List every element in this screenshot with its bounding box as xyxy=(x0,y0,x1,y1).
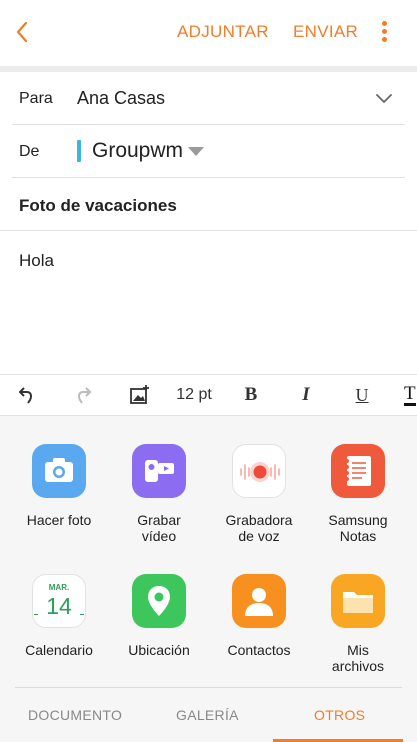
voice-recorder-option[interactable]: Grabadora de voz xyxy=(209,444,309,544)
attachment-tabs: DOCUMENTO GALERÍA OTROS xyxy=(0,687,417,742)
option-label: Grabar vídeo xyxy=(137,512,181,544)
option-label: Ubicación xyxy=(128,642,190,658)
message-body[interactable]: Hola xyxy=(19,251,54,271)
back-arrow-icon xyxy=(16,21,28,43)
send-button[interactable]: ENVIAR xyxy=(293,22,358,42)
voice-recorder-icon xyxy=(232,444,286,498)
text-color-button[interactable]: T xyxy=(404,383,417,407)
underline-button[interactable]: U xyxy=(349,383,375,407)
redo-icon[interactable] xyxy=(70,383,96,407)
dropdown-caret-icon[interactable] xyxy=(188,147,204,156)
to-row[interactable]: Para Ana Casas xyxy=(0,72,417,125)
notes-icon xyxy=(331,444,385,498)
more-options-icon[interactable] xyxy=(372,18,396,48)
record-video-option[interactable]: Grabar vídeo xyxy=(109,444,209,544)
subject-row[interactable]: Foto de vacaciones xyxy=(0,178,417,231)
app-bar: ADJUNTAR ENVIAR xyxy=(0,0,417,66)
calendar-icon: MAR. 14 xyxy=(32,574,86,628)
location-option[interactable]: Ubicación xyxy=(109,574,209,658)
folder-icon xyxy=(331,574,385,628)
to-label: Para xyxy=(19,90,53,107)
option-label: Samsung Notas xyxy=(328,512,388,544)
font-size-selector[interactable]: 12 pt xyxy=(170,383,218,407)
video-recorder-icon xyxy=(132,444,186,498)
italic-button[interactable]: I xyxy=(293,383,319,407)
undo-icon[interactable] xyxy=(14,383,40,407)
option-label: Hacer foto xyxy=(26,512,92,528)
from-account[interactable]: Groupwm xyxy=(92,139,183,163)
calendar-option[interactable]: MAR. 14 Calendario xyxy=(9,574,109,658)
contacts-icon xyxy=(232,574,286,628)
subject-field[interactable]: Foto de vacaciones xyxy=(19,196,177,216)
format-toolbar: 12 pt B I U T xyxy=(0,374,417,416)
option-label: Contactos xyxy=(227,642,291,658)
location-icon xyxy=(132,574,186,628)
option-label: Grabadora de voz xyxy=(225,512,293,544)
tab-document[interactable]: DOCUMENTO xyxy=(28,707,122,723)
option-label: Mis archivos xyxy=(331,642,385,674)
account-color-marker xyxy=(77,140,81,162)
attach-button[interactable]: ADJUNTAR xyxy=(177,22,269,42)
option-label: Calendario xyxy=(25,642,93,658)
take-photo-option[interactable]: Hacer foto xyxy=(9,444,109,528)
to-recipient[interactable]: Ana Casas xyxy=(77,88,165,109)
contacts-option[interactable]: Contactos xyxy=(209,574,309,658)
calendar-day: 14 xyxy=(46,593,72,619)
text-color-label: T xyxy=(404,383,416,406)
calendar-month: MAR. xyxy=(48,583,70,592)
back-button[interactable] xyxy=(6,14,42,50)
tab-gallery[interactable]: GALERÍA xyxy=(176,707,239,723)
bold-button[interactable]: B xyxy=(238,383,264,407)
camera-icon xyxy=(32,444,86,498)
samsung-notes-option[interactable]: Samsung Notas xyxy=(308,444,408,544)
my-files-option[interactable]: Mis archivos xyxy=(308,574,408,674)
chevron-down-icon[interactable] xyxy=(374,92,394,106)
from-row[interactable]: De Groupwm xyxy=(0,125,417,178)
tab-others[interactable]: OTROS xyxy=(314,707,365,723)
insert-image-icon[interactable] xyxy=(127,383,153,407)
from-label: De xyxy=(19,143,40,160)
